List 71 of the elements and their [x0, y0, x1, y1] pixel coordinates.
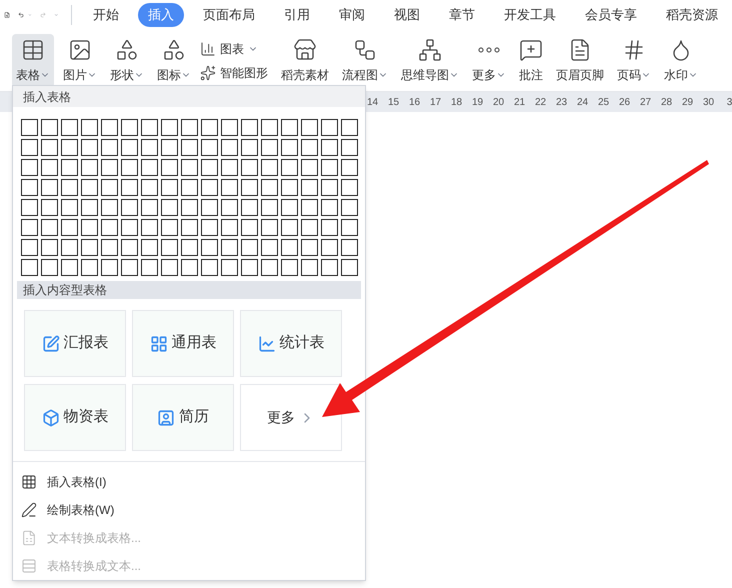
- text-table-icon: [21, 530, 37, 546]
- ruler-number: 28: [660, 96, 674, 110]
- comment-icon: [519, 38, 543, 62]
- ribbon-button[interactable]: 表格: [12, 34, 54, 88]
- ruler-number: 15: [386, 96, 400, 110]
- ribbon-button[interactable]: 水印: [660, 34, 702, 88]
- ribbon-button[interactable]: 思维导图: [397, 34, 463, 88]
- flowchart-icon: [353, 38, 377, 62]
- ruler-number: 30: [702, 96, 716, 110]
- menu-tab[interactable]: 章节: [438, 3, 485, 27]
- ruler-number: 27: [638, 96, 652, 110]
- ribbon-button[interactable]: 批注: [515, 34, 547, 88]
- menu-tab[interactable]: 引用: [274, 3, 320, 27]
- ribbon-button[interactable]: 页眉页脚: [552, 34, 608, 88]
- table-icon: [21, 38, 45, 62]
- ribbon-button[interactable]: 页码: [613, 34, 655, 88]
- template-card[interactable]: 统计表: [240, 310, 342, 378]
- ruler-number: 26: [618, 96, 632, 110]
- mind-map-icon: [418, 38, 442, 62]
- ruler-number: 24: [576, 96, 590, 110]
- shapes-icon: [115, 38, 139, 62]
- line-chart-icon: [258, 334, 276, 353]
- grid-icon: [150, 334, 168, 353]
- menu-tab[interactable]: 开发工具: [494, 3, 566, 27]
- ruler-number: 17: [428, 96, 442, 110]
- edit-icon: [42, 334, 60, 353]
- ruler-number: 22: [534, 96, 548, 110]
- ribbon-button[interactable]: 形状: [106, 34, 148, 88]
- menu-item[interactable]: 绘制表格(W): [13, 496, 365, 524]
- ribbon-button[interactable]: 稻壳素材: [277, 34, 333, 88]
- menu-tab[interactable]: 开始: [82, 3, 129, 27]
- ribbon-button[interactable]: 图标: [153, 34, 195, 88]
- ribbon-button[interactable]: 流程图: [338, 34, 392, 88]
- pen-table-icon: [21, 502, 37, 518]
- menu-header: 插入表格: [13, 86, 365, 108]
- table-icon: [21, 474, 37, 490]
- image-icon: [68, 38, 92, 62]
- template-card[interactable]: 通用表: [132, 310, 234, 378]
- menu-tab[interactable]: 审阅: [328, 3, 375, 27]
- menu-tab[interactable]: 视图: [384, 3, 430, 27]
- store-icon: [293, 38, 317, 62]
- template-card[interactable]: 物资表: [24, 384, 126, 452]
- more-icon: [478, 46, 500, 52]
- more-templates-card[interactable]: 更多: [240, 384, 342, 452]
- ruler-number: 23: [554, 96, 568, 110]
- ribbon-button[interactable]: 图表: [200, 40, 268, 58]
- ribbon-button[interactable]: 智能图形: [200, 64, 268, 82]
- template-card[interactable]: 简历: [132, 384, 234, 452]
- ruler-number: 16: [408, 96, 422, 110]
- menu-tab[interactable]: 稻壳资源: [656, 3, 728, 27]
- ruler-number: 21: [512, 96, 526, 110]
- ruler-number: 25: [596, 96, 610, 110]
- bar-chart-icon: [200, 40, 216, 56]
- section-header: 插入内容型表格: [17, 281, 361, 300]
- ruler-number: 29: [680, 96, 694, 110]
- template-card[interactable]: 汇报表: [24, 310, 126, 378]
- ruler-number: 3: [726, 96, 732, 110]
- icons-icon: [162, 38, 186, 62]
- ruler-number: 18: [450, 96, 464, 110]
- menu-item[interactable]: 插入表格(I): [13, 468, 365, 496]
- ruler-number: 14: [366, 96, 380, 110]
- ruler-number: 19: [470, 96, 484, 110]
- person-card-icon: [157, 408, 175, 427]
- table-text-icon: [21, 558, 37, 574]
- menu-tab[interactable]: 会员专享: [574, 3, 647, 27]
- menu-tab[interactable]: 页面布局: [192, 3, 265, 27]
- ruler-number: 20: [492, 96, 506, 110]
- ribbon-button[interactable]: 更多: [468, 34, 510, 88]
- cube-icon: [42, 408, 60, 427]
- ribbon-button[interactable]: 图片: [59, 34, 101, 88]
- smart-graphic-icon: [200, 64, 216, 80]
